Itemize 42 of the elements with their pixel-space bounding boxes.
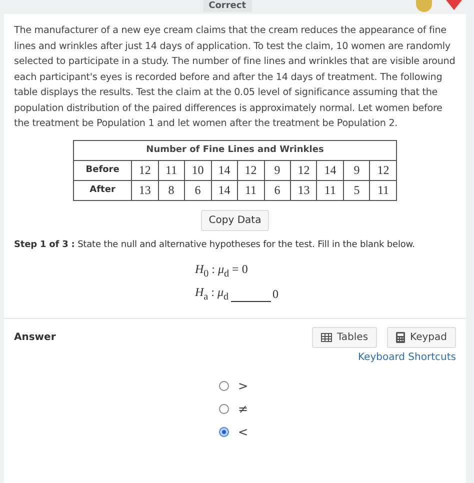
table-cell: 14: [211, 180, 238, 200]
null-hypothesis: H$_{0}$ : μ$_{d}$ = 0: [195, 262, 249, 279]
row-header: After: [74, 180, 132, 200]
radio-button[interactable]: [219, 381, 229, 392]
table-title: Number of Fine Lines and Wrinkles: [74, 140, 396, 160]
keyboard-shortcuts-link[interactable]: Keyboard Shortcuts: [358, 352, 456, 364]
table-cell: 11: [370, 180, 396, 200]
option-label: <: [238, 425, 248, 440]
table-cell: 8: [158, 180, 185, 200]
hypothesis-value: 0: [272, 287, 278, 302]
table-cell: 12: [290, 160, 317, 180]
problem-text: The manufacturer of a new eye cream claims that the cream reduces the appearance of fine lines and wrinkles after just 14 days of application. To test the claim, 10 women are randomly selected to participate in a study. The number of fine lines and wrinkles that are visible around each participant's eyes is recorded before and after the 14 days of treatment. The following table displays the results. Test the claim at the 0.05 level of significance assuming that the population distribution of the paired differences is approximately normal. Let women before the treatment be Population 1 and let women after the treatment be Population 2.: [14, 24, 456, 131]
table-cell: 6: [264, 180, 290, 200]
coin-icon: [416, 0, 432, 12]
table-cell: 6: [184, 180, 212, 200]
table-cell: 11: [316, 180, 344, 200]
option-label: ≠: [238, 402, 248, 416]
table-cell: 9: [343, 160, 370, 180]
table-cell: 11: [158, 160, 185, 180]
table-cell: 14: [316, 160, 344, 180]
calculator-icon: [396, 332, 406, 344]
radio-button[interactable]: [219, 404, 229, 414]
answer-label: Answer: [14, 332, 57, 344]
table-cell: 12: [132, 160, 158, 180]
step-instruction: Step 1 of 3 : State the null and alternative hypotheses for the test. Fill in the blank below.: [14, 240, 416, 250]
table-cell: 13: [290, 180, 317, 200]
table-icon: [320, 333, 332, 342]
table-cell: 12: [370, 160, 396, 180]
table-cell: 10: [184, 160, 212, 180]
radio-button[interactable]: [219, 427, 229, 438]
table-cell: 13: [132, 180, 158, 200]
tables-button[interactable]: Tables: [312, 327, 378, 348]
table-cell: 12: [238, 160, 264, 180]
table-cell: 11: [238, 180, 264, 200]
table-cell: 14: [211, 160, 238, 180]
option-label: >: [238, 379, 248, 394]
keypad-button[interactable]: Keypad: [387, 327, 456, 348]
row-header: Before: [74, 160, 132, 180]
copy-data-button[interactable]: Copy Data: [200, 210, 270, 230]
table-cell: 5: [343, 180, 370, 200]
alternative-hypothesis: H$_{a}$ : μ$_{d}$: [195, 284, 228, 302]
table-cell: 9: [264, 160, 290, 180]
